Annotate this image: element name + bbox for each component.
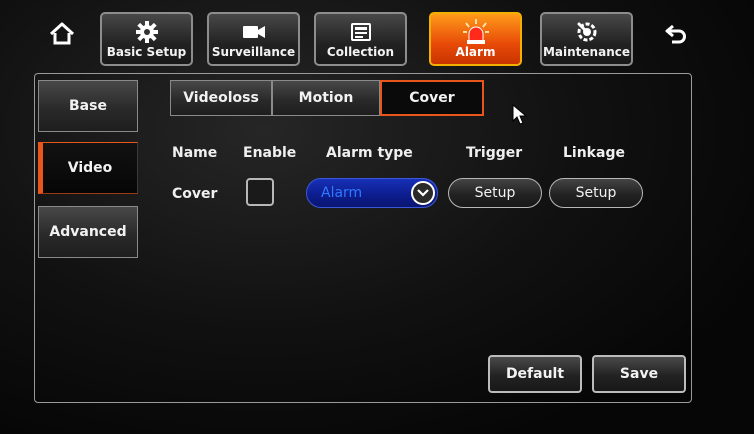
linkage-setup-label: Setup: [575, 185, 617, 201]
tab-surveillance[interactable]: Surveillance: [207, 12, 300, 66]
tab-surveillance-label: Surveillance: [211, 45, 296, 59]
sidebar-item-video[interactable]: Video: [38, 142, 138, 194]
header-linkage: Linkage: [563, 145, 625, 161]
chevron-down-icon: [411, 181, 435, 205]
tab-basic-setup[interactable]: Basic Setup: [100, 12, 193, 66]
sidebar-item-advanced[interactable]: Advanced: [38, 206, 138, 258]
alarm-settings-screen: Basic Setup Surveillance Collection Alar…: [0, 0, 754, 434]
header-name: Name: [172, 145, 218, 161]
enable-checkbox[interactable]: [246, 178, 274, 206]
default-button-label: Default: [505, 366, 565, 382]
tab-motion[interactable]: Motion: [272, 80, 380, 116]
trigger-setup-label: Setup: [474, 185, 516, 201]
tab-alarm[interactable]: Alarm: [429, 12, 522, 66]
tab-motion-label: Motion: [298, 90, 354, 106]
mouse-pointer-icon: [512, 104, 528, 125]
save-button[interactable]: Save: [592, 355, 686, 393]
tab-cover[interactable]: Cover: [380, 80, 484, 116]
tab-basic-setup-label: Basic Setup: [106, 45, 187, 59]
tab-maintenance[interactable]: Maintenance: [540, 12, 633, 66]
sidebar-item-label: Advanced: [49, 224, 127, 240]
sub-tab-bar: Videoloss Motion Cover: [170, 80, 484, 116]
tab-collection[interactable]: Collection: [314, 12, 407, 66]
siren-icon: [431, 18, 520, 46]
back-arrow-icon: [665, 24, 686, 44]
tab-alarm-label: Alarm: [455, 45, 496, 59]
linkage-setup-button[interactable]: Setup: [549, 178, 643, 208]
camera-icon: [209, 18, 298, 46]
sidebar-item-label: Base: [69, 98, 107, 114]
row-name-cover: Cover: [172, 186, 218, 202]
save-button-label: Save: [619, 366, 659, 382]
tab-maintenance-label: Maintenance: [542, 45, 630, 59]
tab-videoloss-label: Videoloss: [183, 90, 259, 106]
sidebar-item-base[interactable]: Base: [38, 80, 138, 132]
alarm-type-value: Alarm: [321, 185, 363, 201]
home-icon: [49, 22, 75, 45]
header-alarm-type: Alarm type: [326, 145, 413, 161]
trigger-setup-button[interactable]: Setup: [448, 178, 542, 208]
gear-icon: [102, 18, 191, 46]
tab-collection-label: Collection: [326, 45, 395, 59]
tab-cover-label: Cover: [409, 90, 455, 106]
alarm-type-select[interactable]: Alarm: [306, 178, 438, 208]
collection-icon: [316, 18, 405, 46]
header-trigger: Trigger: [466, 145, 523, 161]
tab-videoloss[interactable]: Videoloss: [170, 80, 272, 116]
sidebar-item-label: Video: [67, 160, 113, 176]
header-enable: Enable: [243, 145, 297, 161]
back-button[interactable]: [658, 16, 694, 52]
wrench-gear-icon: [542, 18, 631, 46]
default-button[interactable]: Default: [488, 355, 582, 393]
home-button[interactable]: [44, 16, 80, 52]
